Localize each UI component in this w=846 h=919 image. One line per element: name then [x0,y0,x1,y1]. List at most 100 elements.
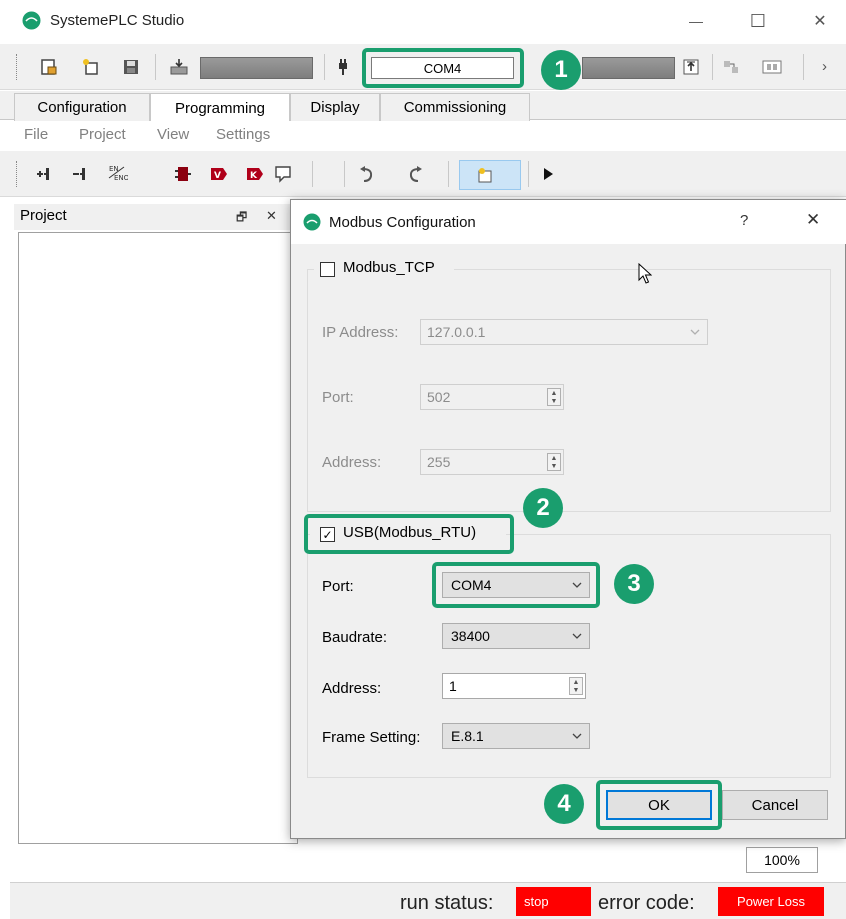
tcp-address-field[interactable]: 255 ▲ ▼ [420,449,564,475]
toolbar-separator [155,54,156,80]
open-project-icon[interactable] [38,56,60,78]
minimize-button[interactable]: — [679,8,713,34]
connect-plug-icon[interactable] [332,56,354,78]
menu-file[interactable]: File [24,126,48,143]
run-simulation-icon[interactable] [537,163,559,185]
close-pane-icon[interactable]: ✕ [266,208,277,224]
comment-icon[interactable] [272,163,294,185]
status-progress-box [582,57,675,79]
help-button[interactable]: ? [740,212,748,229]
device-selector-box[interactable] [200,57,313,79]
tab-configuration[interactable]: Configuration [14,93,150,121]
modbus-tcp-label: Modbus_TCP [343,259,435,276]
rtu-address-spinner-icon[interactable]: ▲ ▼ [569,677,583,695]
callout-highlight-rtu-port [432,562,600,608]
baudrate-value: 38400 [451,628,490,644]
undo-icon[interactable] [356,163,378,185]
chevron-down-icon [572,733,582,739]
chevron-down-icon [690,329,700,335]
constant-block-icon[interactable]: K [244,163,266,185]
callout-highlight-ok-button [596,780,722,830]
compare-icon[interactable] [720,56,742,78]
toolbar-separator [312,161,313,187]
svg-text:ENO: ENO [114,174,128,182]
maximize-button[interactable]: ☐ [741,8,775,34]
tcp-port-value: 502 [427,389,451,405]
mouse-cursor-icon [638,262,653,288]
tab-commissioning[interactable]: Commissioning [380,93,530,121]
baudrate-label: Baudrate: [322,629,388,646]
redo-icon[interactable] [404,163,426,185]
tab-display[interactable]: Display [290,93,380,121]
tcp-address-label: Address: [322,454,382,471]
toolbar-separator [344,161,345,187]
toolbar-separator [803,54,804,80]
app-logo-icon [22,11,41,30]
toolbar-separator [712,54,713,80]
variable-block-icon[interactable]: V [208,163,230,185]
toolbar-separator [324,54,325,80]
dialog-close-button[interactable]: ✕ [806,210,820,230]
monitor-icon[interactable] [761,56,783,78]
modbus-tcp-checkbox[interactable] [320,262,335,277]
menu-view[interactable]: View [157,126,189,143]
rtu-address-value: 1 [449,678,457,694]
menu-bar [0,121,846,149]
project-pane-title: Project [20,207,67,224]
dialog-app-icon [303,213,321,231]
ip-address-label: IP Address: [322,324,399,341]
callout-badge-1: 1 [541,50,581,90]
tcp-address-value: 255 [427,454,451,470]
tab-programming[interactable]: Programming [150,93,290,122]
error-code-label: error code: [598,892,695,914]
callout-highlight-rtu-checkbox [304,514,514,554]
ip-address-value: 127.0.0.1 [427,324,486,340]
rtu-port-label: Port: [322,578,354,595]
en-eno-block-icon[interactable]: EN ENO [106,162,128,184]
toolbar-grip[interactable] [16,54,19,80]
cancel-button[interactable]: Cancel [722,790,828,820]
callout-badge-4: 4 [544,784,584,824]
toolbar-grip[interactable] [16,161,19,187]
run-status-badge: stop [516,887,591,916]
callout-highlight-com-port [362,48,524,88]
rtu-address-label: Address: [322,680,382,697]
frame-setting-label: Frame Setting: [322,729,421,746]
callout-badge-2: 2 [523,488,563,528]
insert-rung-icon[interactable] [34,163,56,185]
project-tree-panel[interactable] [18,232,298,844]
ip-address-combo[interactable]: 127.0.0.1 [420,319,708,345]
zoom-level[interactable]: 100% [746,847,818,873]
chevron-down-icon [572,633,582,639]
new-project-icon[interactable] [80,56,102,78]
tcp-port-field[interactable]: 502 ▲ ▼ [420,384,564,410]
close-button[interactable]: ✕ [803,8,837,34]
tcp-port-spinner-icon[interactable]: ▲ ▼ [547,388,561,406]
menu-project[interactable]: Project [79,126,126,143]
run-status-label: run status: [400,892,494,914]
callout-badge-3: 3 [614,564,654,604]
frame-setting-value: E.8.1 [451,728,484,744]
frame-setting-combo[interactable]: E.8.1 [442,723,590,749]
toolbar-overflow-icon[interactable]: › [822,58,827,75]
window-title: SystemePLC Studio [50,12,185,29]
svg-text:K: K [250,171,258,181]
dialog-title: Modbus Configuration [329,214,476,231]
pin-pane-icon[interactable]: 🗗 [236,208,247,229]
toolbar-separator [448,161,449,187]
function-block-icon[interactable] [172,163,194,185]
select-tool-icon[interactable] [474,164,496,186]
upload-from-plc-icon[interactable] [680,56,702,78]
tcp-port-label: Port: [322,389,354,406]
toolbar-separator [528,161,529,187]
svg-text:V: V [214,171,221,181]
tcp-address-spinner-icon[interactable]: ▲ ▼ [547,453,561,471]
baudrate-combo[interactable]: 38400 [442,623,590,649]
rtu-address-field[interactable]: 1 ▲ ▼ [442,673,586,699]
save-icon[interactable] [120,56,142,78]
menu-settings[interactable]: Settings [216,126,270,143]
download-to-plc-icon[interactable] [168,56,190,78]
modbus-tcp-group [307,269,831,512]
error-code-badge: Power Loss [718,887,824,916]
delete-rung-icon[interactable] [70,163,92,185]
